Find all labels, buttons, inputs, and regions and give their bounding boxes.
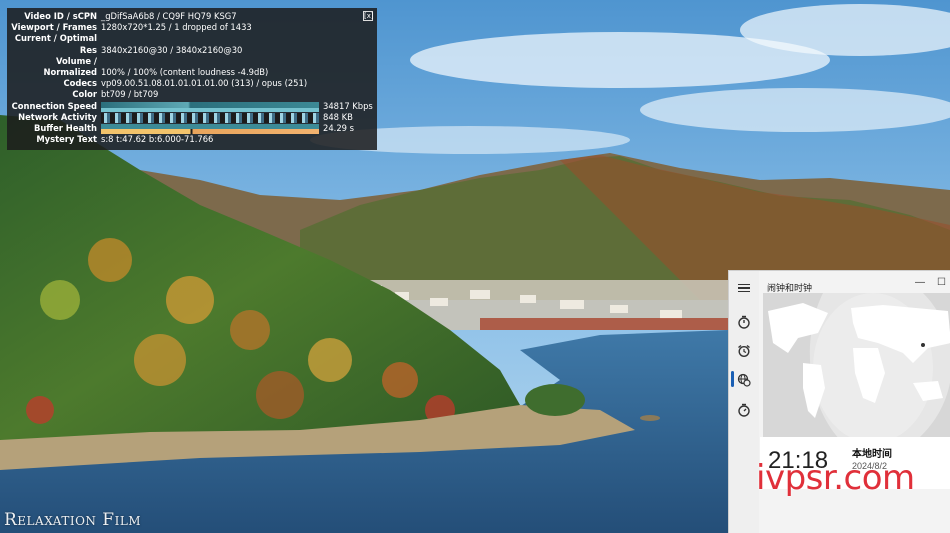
stats-row-current-optimal: Current / Optimal	[11, 33, 373, 44]
stats-row-network-activity: Network Activity 848 KB	[11, 112, 373, 123]
stats-value: 3840x2160@30 / 3840x2160@30	[101, 44, 243, 55]
stats-row-viewport: Viewport / Frames 1280x720*1.25 / 1 dropp…	[11, 22, 373, 33]
stats-key: Viewport / Frames	[11, 22, 97, 33]
stats-key: Connection Speed	[11, 100, 97, 111]
stats-row-video-id: Video ID / sCPN _gDifSaA6b8 / CQ9F HQ79 K…	[11, 11, 373, 22]
connection-speed-graph	[101, 101, 319, 112]
stats-value: s:8 t:47.62 b:6.000-71.766	[101, 134, 214, 145]
stats-key: Res	[79, 44, 97, 55]
stats-key: Normalized	[43, 66, 97, 77]
stats-key: Mystery Text	[36, 134, 97, 145]
channel-watermark: Relaxation Film	[4, 510, 142, 530]
minimize-button[interactable]: —	[915, 277, 925, 288]
stats-value: _gDifSaA6b8 / CQ9F HQ79 KSG7	[101, 11, 237, 21]
stats-row-connection-speed: Connection Speed 34817 Kbps	[11, 101, 373, 112]
stats-value: 100% / 100% (content loudness -4.9dB)	[101, 66, 269, 77]
nav-rail	[729, 271, 759, 533]
stats-key: Video ID / sCPN	[24, 11, 97, 21]
hamburger-menu-icon[interactable]	[735, 279, 753, 297]
stats-row-codecs: Codecs vp09.00.51.08.01.01.01.01.00 (313)…	[11, 78, 373, 89]
stats-value: 1280x720*1.25 / 1 dropped of 1433	[101, 22, 252, 33]
stats-value: 848 KB	[323, 111, 353, 122]
stats-row-res: Res 3840x2160@30 / 3840x2160@30	[11, 45, 373, 56]
stats-value: 24.29 s	[323, 122, 355, 133]
stats-for-nerds-panel: [x] Video ID / sCPN _gDifSaA6b8 / CQ9F HQ…	[7, 8, 377, 150]
stats-row-buffer-health: Buffer Health 24.29 s	[11, 123, 373, 134]
stats-row-color: Color bt709 / bt709	[11, 89, 373, 100]
stopwatch-icon[interactable]	[735, 401, 753, 419]
stats-key: Codecs	[63, 78, 97, 89]
alarm-icon[interactable]	[735, 342, 753, 360]
world-map	[763, 293, 950, 443]
stats-row-volume: Volume /	[11, 56, 373, 67]
stats-key: Current / Optimal	[14, 33, 97, 44]
stats-key: Color	[72, 89, 97, 100]
stats-close-button[interactable]: [x]	[363, 11, 374, 21]
stats-row-normalized: Normalized 100% / 100% (content loudness …	[11, 67, 373, 78]
timer-icon[interactable]	[735, 313, 753, 331]
world-clock-icon[interactable]	[735, 371, 753, 389]
maximize-button[interactable]: ☐	[937, 277, 946, 288]
stats-row-mystery-text: Mystery Text s:8 t:47.62 b:6.000-71.766	[11, 134, 373, 145]
site-watermark: ivpsr.com	[756, 458, 915, 498]
stats-key: Buffer Health	[33, 122, 97, 133]
stats-key: Network Activity	[18, 111, 97, 122]
nav-selected-indicator	[731, 371, 734, 387]
stats-value: bt709 / bt709	[101, 89, 159, 100]
stats-value: 34817 Kbps	[323, 100, 373, 111]
network-activity-graph	[101, 112, 319, 123]
stats-value: vp09.00.51.08.01.01.01.01.00 (313) / opu…	[101, 78, 308, 89]
buffer-health-graph	[101, 123, 319, 134]
stats-key: Volume /	[56, 55, 97, 66]
